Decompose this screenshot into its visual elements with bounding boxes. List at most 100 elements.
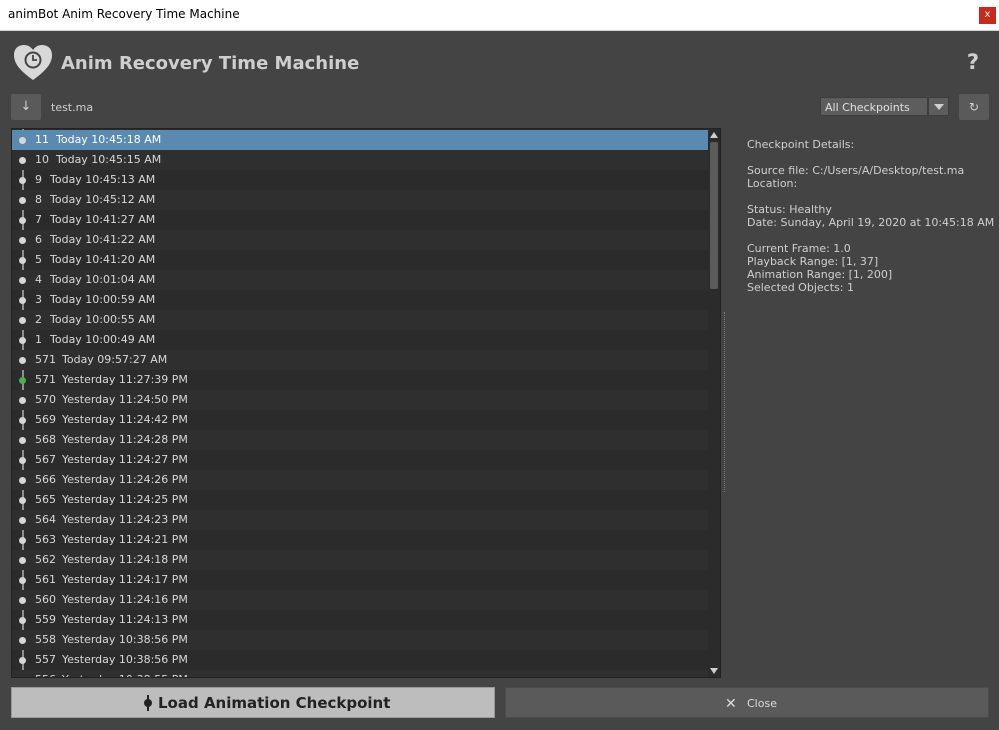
scroll-up-arrow-icon[interactable] bbox=[710, 132, 718, 138]
checkpoint-time: Yesterday 11:24:25 PM bbox=[62, 493, 188, 506]
checkpoint-row[interactable]: 561 Yesterday 11:24:17 PM bbox=[12, 570, 709, 590]
load-animation-checkpoint-button[interactable]: Load Animation Checkpoint bbox=[11, 687, 495, 718]
checkpoint-row[interactable]: 571 Yesterday 11:27:39 PM bbox=[12, 370, 709, 390]
checkpoint-number: 561 bbox=[35, 573, 56, 586]
checkpoint-number: 558 bbox=[35, 633, 56, 646]
checkpoint-number: 7 bbox=[35, 213, 42, 226]
checkpoint-number: 563 bbox=[35, 533, 56, 546]
window-close-button[interactable]: x bbox=[979, 7, 996, 24]
down-arrow-button[interactable]: ↓ bbox=[11, 94, 41, 120]
checkpoint-row[interactable]: 10 Today 10:45:15 AM bbox=[12, 150, 709, 170]
checkpoint-number: 556 bbox=[35, 670, 56, 677]
file-name-label: test.ma bbox=[51, 101, 94, 114]
checkpoint-number: 4 bbox=[35, 273, 42, 286]
checkpoint-time: Yesterday 10:38:56 PM bbox=[62, 653, 188, 666]
checkpoint-number: 1 bbox=[35, 333, 42, 346]
checkpoint-time: Today 10:41:20 AM bbox=[50, 253, 156, 266]
timeline-node-icon bbox=[19, 617, 26, 624]
timeline-node-icon bbox=[19, 557, 26, 564]
checkpoint-number: 557 bbox=[35, 653, 56, 666]
checkpoint-time: Yesterday 11:24:18 PM bbox=[62, 553, 188, 566]
checkpoint-time: Today 10:45:18 AM bbox=[56, 133, 162, 146]
details-animation-range: Animation Range: [1, 200] bbox=[747, 268, 893, 281]
checkpoint-number: 565 bbox=[35, 493, 56, 506]
close-button[interactable]: ✕ Close bbox=[505, 687, 989, 718]
timeline-node-icon bbox=[19, 597, 26, 604]
checkpoint-time: Today 10:41:22 AM bbox=[50, 233, 156, 246]
checkpoint-row[interactable]: 7 Today 10:41:27 AM bbox=[12, 210, 709, 230]
checkpoint-row[interactable]: 556 Yesterday 10:38:55 PM bbox=[12, 670, 709, 678]
checkpoint-time: Yesterday 10:38:56 PM bbox=[62, 633, 188, 646]
checkpoint-time: Yesterday 10:38:55 PM bbox=[62, 670, 188, 677]
checkpoint-number: 567 bbox=[35, 453, 56, 466]
timeline-node-icon bbox=[19, 137, 26, 144]
checkpoint-row[interactable]: 9 Today 10:45:13 AM bbox=[12, 170, 709, 190]
scroll-down-arrow-icon[interactable] bbox=[710, 668, 718, 674]
checkpoint-row[interactable]: 567 Yesterday 11:24:27 PM bbox=[12, 450, 709, 470]
checkpoint-row[interactable]: 563 Yesterday 11:24:21 PM bbox=[12, 530, 709, 550]
checkpoint-row[interactable]: 571 Today 09:57:27 AM bbox=[12, 350, 709, 370]
checkpoint-row[interactable]: 11 Today 10:45:18 AM bbox=[12, 130, 709, 150]
panel-splitter[interactable] bbox=[724, 312, 726, 492]
checkpoint-row[interactable]: 562 Yesterday 11:24:18 PM bbox=[12, 550, 709, 570]
checkpoint-row[interactable]: 558 Yesterday 10:38:56 PM bbox=[12, 630, 709, 650]
checkpoint-row[interactable]: 569 Yesterday 11:24:42 PM bbox=[12, 410, 709, 430]
scroll-thumb[interactable] bbox=[710, 142, 718, 289]
chevron-down-icon[interactable] bbox=[928, 97, 949, 116]
checkpoint-row[interactable]: 1 Today 10:00:49 AM bbox=[12, 330, 709, 350]
timeline-node-icon bbox=[19, 677, 26, 678]
checkpoint-time: Today 09:57:27 AM bbox=[62, 353, 168, 366]
timeline-node-icon bbox=[19, 157, 26, 164]
checkpoint-filter-select[interactable]: All Checkpoints bbox=[820, 97, 928, 116]
checkpoint-row[interactable]: 8 Today 10:45:12 AM bbox=[12, 190, 709, 210]
checkpoint-number: 3 bbox=[35, 293, 42, 306]
timeline-pin-icon bbox=[140, 695, 156, 711]
checkpoint-row[interactable]: 570 Yesterday 11:24:50 PM bbox=[12, 390, 709, 410]
checkpoint-number: 562 bbox=[35, 553, 56, 566]
details-location: Location: bbox=[747, 177, 798, 190]
checkpoint-row[interactable]: 6 Today 10:41:22 AM bbox=[12, 230, 709, 250]
checkpoint-row[interactable]: 568 Yesterday 11:24:28 PM bbox=[12, 430, 709, 450]
timeline-node-icon bbox=[19, 217, 26, 224]
checkpoint-time: Yesterday 11:24:42 PM bbox=[62, 413, 188, 426]
timeline-node-icon bbox=[19, 397, 26, 404]
checkpoint-row[interactable]: 560 Yesterday 11:24:16 PM bbox=[12, 590, 709, 610]
checkpoint-number: 6 bbox=[35, 233, 42, 246]
details-status: Status: Healthy bbox=[747, 203, 832, 216]
checkpoint-row[interactable]: 557 Yesterday 10:38:56 PM bbox=[12, 650, 709, 670]
checkpoint-row[interactable]: 566 Yesterday 11:24:26 PM bbox=[12, 470, 709, 490]
details-source-file: Source file: C:/Users/A/Desktop/test.ma bbox=[747, 164, 965, 177]
checkpoint-time: Today 10:45:15 AM bbox=[56, 153, 162, 166]
checkpoint-time: Yesterday 11:27:39 PM bbox=[62, 373, 188, 386]
timeline-node-icon bbox=[19, 297, 26, 304]
timeline-node-icon bbox=[19, 317, 26, 324]
timeline-node-icon bbox=[19, 657, 26, 664]
checkpoint-time: Yesterday 11:24:21 PM bbox=[62, 533, 188, 546]
details-current-frame: Current Frame: 1.0 bbox=[747, 242, 851, 255]
timeline-node-icon bbox=[19, 637, 26, 644]
checkpoint-time: Yesterday 11:24:16 PM bbox=[62, 593, 188, 606]
window-title: animBot Anim Recovery Time Machine bbox=[8, 7, 240, 21]
checkpoint-time: Yesterday 11:24:17 PM bbox=[62, 573, 188, 586]
details-heading: Checkpoint Details: bbox=[747, 138, 855, 151]
checkpoint-row[interactable]: 5 Today 10:41:20 AM bbox=[12, 250, 709, 270]
checkpoint-number: 564 bbox=[35, 513, 56, 526]
checkpoint-list[interactable]: 11 Today 10:45:18 AM 10 Today 10:45:15 AM 9 T… bbox=[11, 128, 721, 678]
checkpoint-row[interactable]: 564 Yesterday 11:24:23 PM bbox=[12, 510, 709, 530]
help-button[interactable]: ? bbox=[967, 50, 979, 74]
checkpoint-time: Today 10:00:49 AM bbox=[50, 333, 156, 346]
checkpoint-time: Yesterday 11:24:50 PM bbox=[62, 393, 188, 406]
checkpoint-row[interactable]: 4 Today 10:01:04 AM bbox=[12, 270, 709, 290]
timeline-node-icon bbox=[19, 257, 26, 264]
checkpoint-row[interactable]: 559 Yesterday 11:24:13 PM bbox=[12, 610, 709, 630]
details-selected-objects: Selected Objects: 1 bbox=[747, 281, 854, 294]
checkpoint-time: Yesterday 11:24:28 PM bbox=[62, 433, 188, 446]
checkpoint-row[interactable]: 3 Today 10:00:59 AM bbox=[12, 290, 709, 310]
checkpoint-number: 569 bbox=[35, 413, 56, 426]
checkpoint-row[interactable]: 2 Today 10:00:55 AM bbox=[12, 310, 709, 330]
timeline-node-icon bbox=[19, 277, 26, 284]
refresh-button[interactable]: ↻ bbox=[959, 94, 989, 120]
list-scrollbar[interactable] bbox=[708, 129, 720, 677]
checkpoint-row[interactable]: 565 Yesterday 11:24:25 PM bbox=[12, 490, 709, 510]
checkpoint-number: 9 bbox=[35, 173, 42, 186]
